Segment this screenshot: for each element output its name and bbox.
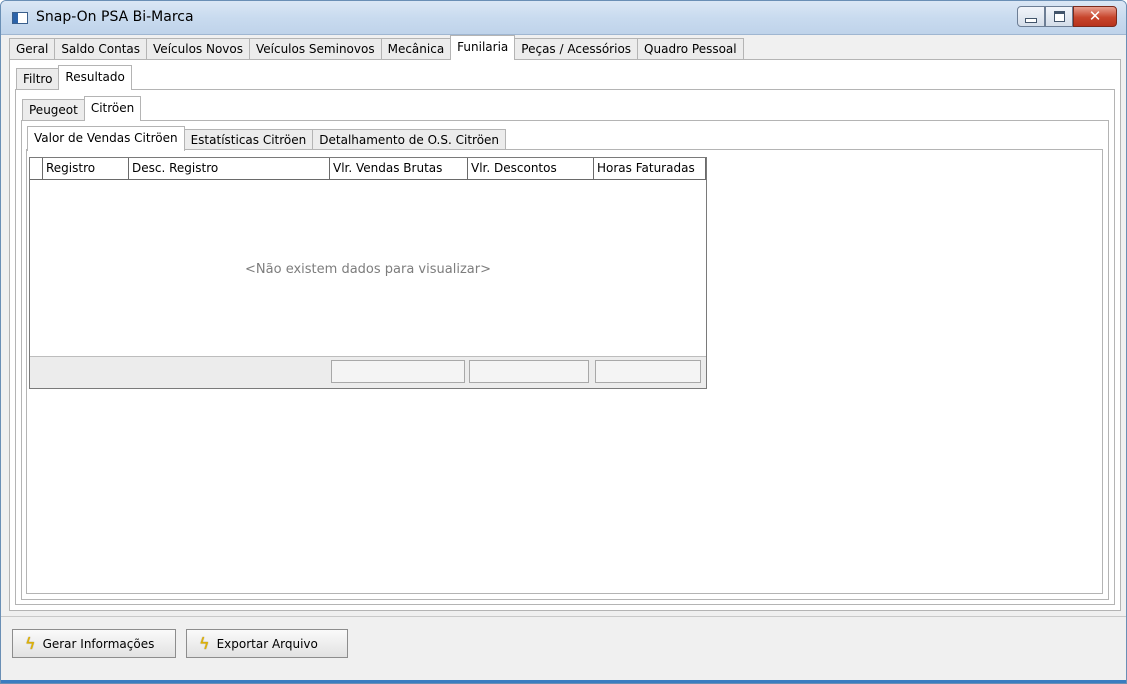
summary-cell-descontos [469, 360, 589, 383]
column-header-registro[interactable]: Registro [43, 158, 129, 179]
sub-tabstrip: Filtro Resultado [16, 65, 132, 90]
data-grid[interactable]: Registro Desc. Registro Vlr. Vendas Brut… [29, 157, 707, 389]
summary-cell-horas [595, 360, 701, 383]
tab-pecas-acessorios[interactable]: Peças / Acessórios [514, 38, 639, 60]
main-tabstrip: Geral Saldo Contas Veículos Novos Veícul… [9, 35, 744, 60]
column-header-vlr-vendas-brutas[interactable]: Vlr. Vendas Brutas [330, 158, 468, 179]
column-header-vlr-descontos[interactable]: Vlr. Descontos [468, 158, 594, 179]
brand-tabstrip: Peugeot Citröen [22, 96, 142, 121]
tab-citroen[interactable]: Citröen [83, 96, 142, 121]
tab-veiculos-novos[interactable]: Veículos Novos [146, 38, 250, 60]
column-header-desc-registro[interactable]: Desc. Registro [129, 158, 330, 179]
lightning-bolt-icon: ϟ [25, 634, 36, 653]
maximize-icon [1053, 11, 1065, 22]
exportar-arquivo-label: Exportar Arquivo [216, 636, 318, 651]
tab-filtro[interactable]: Filtro [16, 68, 60, 90]
tab-mecanica[interactable]: Mecânica [380, 38, 452, 60]
grid-summary-footer [30, 356, 706, 388]
grid-header: Registro Desc. Registro Vlr. Vendas Brut… [30, 158, 706, 180]
summary-cell-vendas-brutas [331, 360, 465, 383]
tab-funilaria[interactable]: Funilaria [450, 35, 516, 60]
window-bottom-border [1, 680, 1126, 683]
tab-peugeot[interactable]: Peugeot [22, 99, 85, 121]
tab-detalhamento-os[interactable]: Detalhamento de O.S. Citröen [312, 129, 507, 151]
tab-valor-vendas[interactable]: Valor de Vendas Citröen [27, 126, 185, 151]
gerar-informacoes-button[interactable]: ϟ Gerar Informações [12, 629, 176, 658]
tab-veiculos-seminovos[interactable]: Veículos Seminovos [248, 38, 382, 60]
tab-quadro-pessoal[interactable]: Quadro Pessoal [637, 38, 744, 60]
tab-estatisticas[interactable]: Estatísticas Citröen [183, 129, 314, 151]
action-bar: ϟ Gerar Informações ϟ Exportar Arquivo [1, 616, 1126, 683]
app-icon [12, 12, 28, 24]
tab-saldo-contas[interactable]: Saldo Contas [54, 38, 148, 60]
lightning-bolt-icon: ϟ [199, 634, 210, 653]
row-indicator-header [30, 158, 43, 179]
close-button[interactable]: ✕ [1073, 6, 1117, 27]
close-icon: ✕ [1088, 7, 1102, 25]
window-title: Snap-On PSA Bi-Marca [36, 9, 194, 25]
grid-empty-message: <Não existem dados para visualizar> [245, 262, 491, 277]
window-controls: ✕ [1017, 6, 1117, 28]
exportar-arquivo-button[interactable]: ϟ Exportar Arquivo [186, 629, 348, 658]
tab-geral[interactable]: Geral [9, 38, 56, 60]
report-tabstrip: Valor de Vendas Citröen Estatísticas Cit… [27, 126, 507, 151]
minimize-icon [1025, 18, 1037, 23]
gerar-informacoes-label: Gerar Informações [42, 636, 155, 651]
column-header-horas-faturadas[interactable]: Horas Faturadas [594, 158, 706, 179]
maximize-button[interactable] [1045, 6, 1073, 27]
app-window: Snap-On PSA Bi-Marca ✕ Geral Saldo Conta… [0, 0, 1127, 684]
minimize-button[interactable] [1017, 6, 1045, 27]
tab-resultado[interactable]: Resultado [58, 65, 132, 90]
title-bar[interactable]: Snap-On PSA Bi-Marca ✕ [1, 1, 1126, 35]
